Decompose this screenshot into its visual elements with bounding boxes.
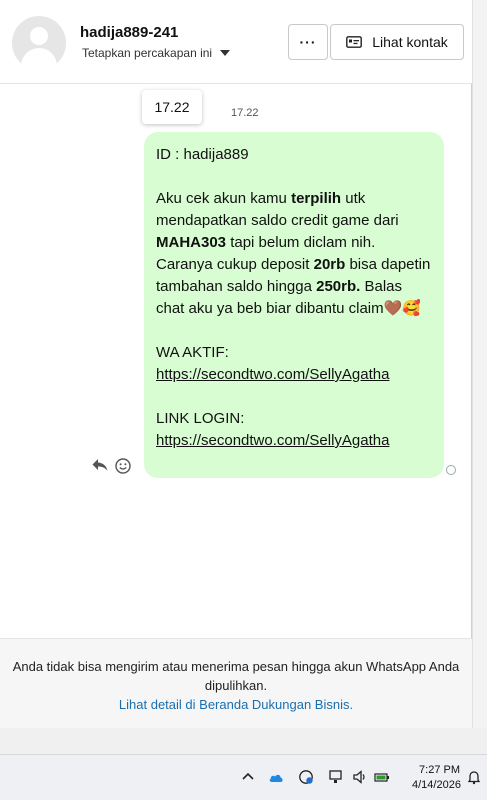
assign-conversation-label: Tetapkan percakapan ini <box>82 46 213 60</box>
battery-charging-icon[interactable] <box>374 769 390 785</box>
wa-link[interactable]: https://secondtwo.com/SellyAgatha <box>156 364 432 386</box>
login-link[interactable]: https://secondtwo.com/SellyAgatha <box>156 430 432 452</box>
message-paragraph: Aku cek akun kamu terpilih utk mendapatk… <box>156 190 431 317</box>
notification-bell-icon[interactable] <box>466 769 482 785</box>
account-restricted-notice: Anda tidak bisa mengirim atau menerima p… <box>12 659 460 693</box>
vertical-scrollbar[interactable] <box>472 0 487 728</box>
login-label: LINK LOGIN: <box>156 410 245 427</box>
sent-status-icon <box>446 465 456 475</box>
avatar[interactable] <box>12 16 66 70</box>
speaker-icon[interactable] <box>352 769 368 785</box>
clock-time: 7:27 PM <box>419 764 460 776</box>
view-contact-label: Lihat kontak <box>372 34 448 50</box>
chevron-down-icon <box>220 50 231 56</box>
message-time: 17.22 <box>231 107 259 119</box>
network-globe-icon[interactable] <box>298 769 314 785</box>
cloud-icon[interactable] <box>268 769 284 785</box>
business-support-link[interactable]: Lihat detail di Beranda Dukungan Bisnis. <box>0 697 472 712</box>
timestamp-tooltip: 17.22 <box>142 90 202 124</box>
assign-conversation-dropdown[interactable]: Tetapkan percakapan ini <box>82 46 231 60</box>
message-id-line: ID : hadija889 <box>156 146 249 163</box>
message-emoji: 🤎🥰 <box>383 300 421 317</box>
wa-label: WA AKTIF: <box>156 344 229 361</box>
more-options-button[interactable]: ··· <box>288 24 328 60</box>
device-icon[interactable] <box>328 769 344 785</box>
contact-name[interactable]: hadija889-241 <box>80 24 178 41</box>
clock-date: 4/14/2026 <box>412 779 461 791</box>
reply-icon[interactable] <box>92 458 108 472</box>
view-contact-button[interactable]: Lihat kontak <box>330 24 464 60</box>
system-clock[interactable]: 7:27 PM 4/14/2026 <box>412 763 461 793</box>
avatar-head-shape <box>30 27 48 45</box>
avatar-body-shape <box>21 48 57 70</box>
blocked-notice-bar: Anda tidak bisa mengirim atau menerima p… <box>0 638 472 728</box>
taskbar: 7:27 PM 4/14/2026 <box>0 754 487 800</box>
chevron-up-icon[interactable] <box>240 769 256 785</box>
contact-card-icon <box>346 36 363 48</box>
message-bubble[interactable]: ID : hadija889 Aku cek akun kamu terpili… <box>144 132 444 478</box>
chat-window: hadija889-241 Tetapkan percakapan ini ··… <box>0 0 472 728</box>
chat-header: hadija889-241 Tetapkan percakapan ini ··… <box>0 0 472 84</box>
emoji-reaction-icon[interactable] <box>115 458 131 474</box>
